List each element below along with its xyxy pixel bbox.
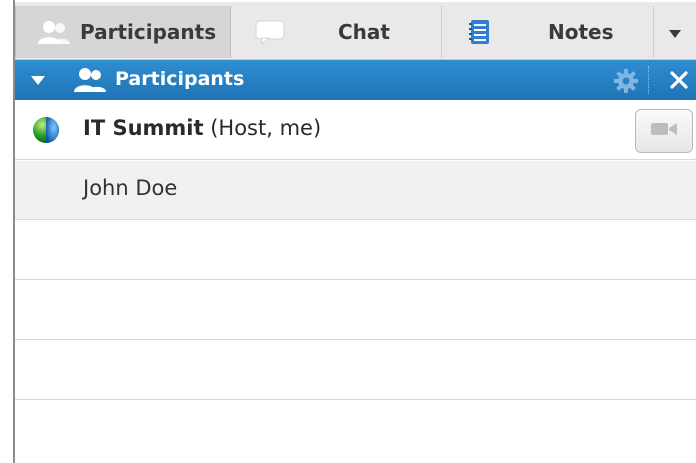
tab-chat-label: Chat (338, 20, 390, 44)
chevron-down-icon (668, 20, 682, 44)
collapse-triangle-icon[interactable] (29, 72, 47, 88)
tab-overflow-button[interactable] (653, 6, 696, 58)
tab-notes[interactable]: Notes (442, 6, 652, 58)
participant-row[interactable]: John Doe (15, 161, 696, 220)
participant-name: IT Summit (Host, me) (83, 116, 321, 140)
header-divider (648, 66, 650, 94)
tab-participants[interactable]: Participants (15, 6, 231, 58)
tab-bar: Participants Chat Notes (15, 2, 696, 60)
tab-participants-label: Participants (80, 20, 217, 44)
gear-icon[interactable] (613, 68, 639, 94)
video-camera-icon (649, 119, 679, 143)
panel-title: Participants (115, 68, 245, 90)
notepad-icon (460, 17, 500, 47)
participant-row[interactable]: IT Summit (Host, me) (15, 101, 696, 160)
empty-list-row (15, 401, 696, 461)
tab-chat[interactable]: Chat (232, 6, 442, 58)
participants-window: Participants Chat Notes Participants IT … (0, 0, 696, 463)
participants-panel-header: Participants (15, 60, 696, 100)
empty-list-row (15, 281, 696, 340)
empty-list-row (15, 221, 696, 280)
people-icon (73, 66, 107, 94)
close-icon[interactable] (667, 68, 691, 92)
participant-name: John Doe (83, 176, 178, 200)
host-role: (Host, me) (210, 116, 322, 140)
chat-bubble-icon (250, 17, 290, 47)
video-camera-button[interactable] (635, 109, 693, 153)
host-name: IT Summit (83, 116, 204, 140)
globe-icon (31, 115, 61, 145)
tab-notes-label: Notes (548, 20, 614, 44)
people-icon (34, 17, 74, 47)
empty-list-row (15, 341, 696, 400)
